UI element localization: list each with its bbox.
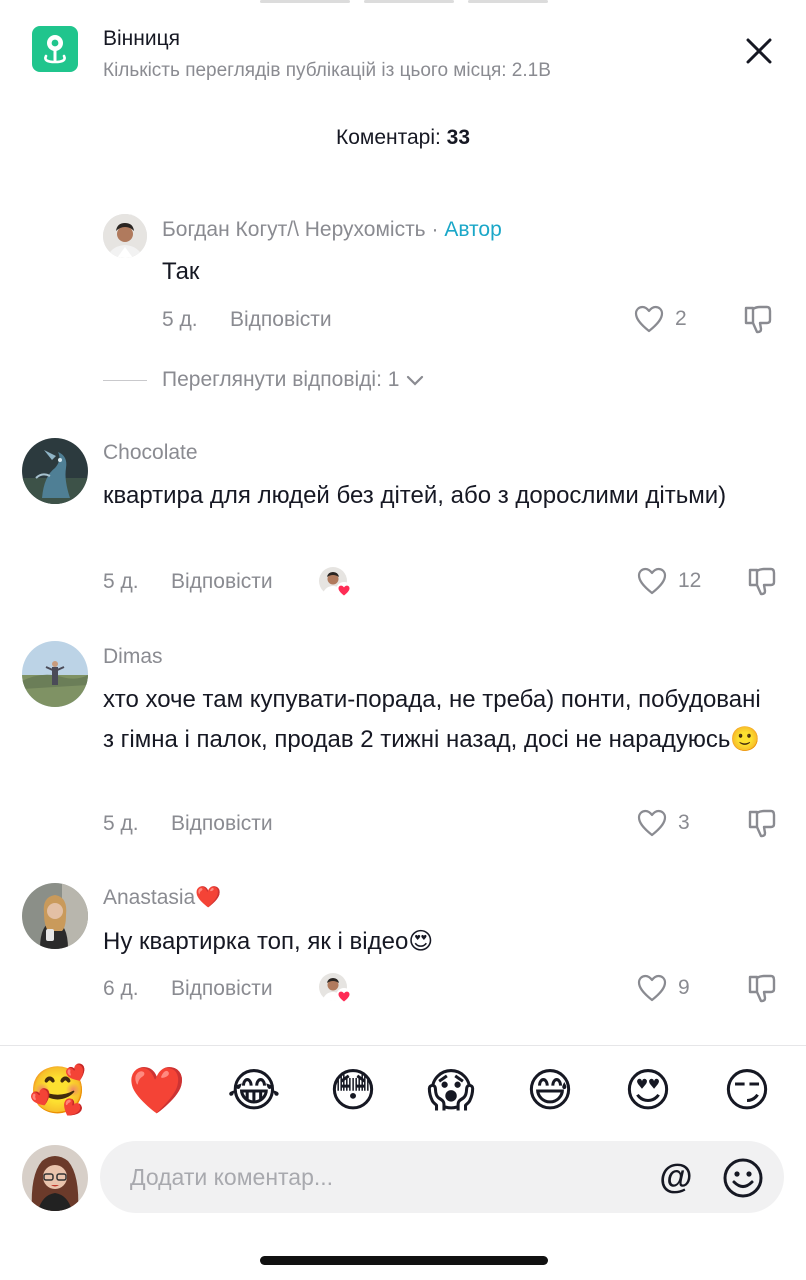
divider-line xyxy=(103,379,147,381)
username-text[interactable]: Богдан Когут/\ Нерухомість xyxy=(162,218,426,241)
comment-time: 6 д. xyxy=(103,977,139,1000)
emoji-flushed[interactable]: 😳 xyxy=(325,1062,381,1118)
place-header[interactable]: Вінниця Кількість переглядів публікацій … xyxy=(32,26,551,83)
comment-time: 5 д. xyxy=(162,308,198,331)
emoji-red-heart[interactable]: ❤️ xyxy=(128,1062,185,1118)
like-button[interactable]: 12 xyxy=(636,566,701,596)
creator-liked-badge xyxy=(318,566,354,602)
like-button[interactable]: 3 xyxy=(636,808,690,838)
view-replies-button[interactable]: Переглянути відповіді: 1 xyxy=(103,368,425,392)
dislike-icon[interactable] xyxy=(746,972,778,1009)
separator: · xyxy=(431,218,439,241)
comment-username[interactable]: Chocolate xyxy=(103,441,198,465)
comment-text: Ну квартирка топ, як і відео😍 xyxy=(103,928,434,955)
reply-button[interactable]: Відповісти xyxy=(171,570,273,594)
emoji-screaming[interactable]: 😱 xyxy=(423,1062,479,1118)
comment-username[interactable]: Богдан Когут/\ Нерухомість · Автор xyxy=(162,218,502,242)
place-name: Вінниця xyxy=(103,27,180,50)
heart-icon xyxy=(637,567,667,595)
avatar[interactable] xyxy=(22,641,88,707)
creator-liked-badge xyxy=(318,972,354,1008)
like-count: 3 xyxy=(678,811,690,834)
like-count: 12 xyxy=(678,569,702,592)
emoji-smirking[interactable]: 😏 xyxy=(719,1062,775,1118)
location-pin-icon xyxy=(32,26,78,72)
emoji-quick-bar: 🥰 ❤️ 😂 😳 😱 😅 😍 😏 xyxy=(0,1062,806,1122)
avatar[interactable] xyxy=(22,883,88,949)
home-indicator[interactable] xyxy=(260,1256,548,1265)
dislike-icon[interactable] xyxy=(742,303,774,340)
comment-text: хто хоче там купувати-порада, не треба) … xyxy=(103,686,761,753)
comment-username[interactable]: Anastasia❤️ xyxy=(103,886,221,910)
author-badge: Автор xyxy=(444,218,502,241)
place-views: Кількість переглядів публікацій із цього… xyxy=(103,60,551,81)
comment-text: Так xyxy=(162,258,200,285)
dislike-icon[interactable] xyxy=(746,565,778,602)
like-button[interactable]: 2 xyxy=(633,304,687,334)
avatar[interactable] xyxy=(22,438,88,504)
comments-title: Коментарі: 33 xyxy=(0,126,806,150)
reply-button[interactable]: Відповісти xyxy=(171,977,273,1001)
emoji-tears-of-joy[interactable]: 😂 xyxy=(226,1062,282,1118)
heart-icon xyxy=(637,974,667,1002)
reply-button[interactable]: Відповісти xyxy=(230,308,332,332)
dislike-icon[interactable] xyxy=(746,807,778,844)
composer-divider xyxy=(0,1045,806,1046)
reply-button[interactable]: Відповісти xyxy=(171,812,273,836)
emoji-picker-icon[interactable] xyxy=(722,1157,764,1199)
like-count: 2 xyxy=(675,307,687,330)
comment-text: квартира для людей без дітей, або з доро… xyxy=(103,482,727,509)
like-button[interactable]: 9 xyxy=(636,973,690,1003)
comment-time: 5 д. xyxy=(103,570,139,593)
like-count: 9 xyxy=(678,976,690,999)
chevron-down-icon xyxy=(407,375,424,386)
mention-button[interactable]: @ xyxy=(656,1155,696,1199)
emoji-heart-eyes[interactable]: 😍 xyxy=(620,1062,676,1118)
heart-icon xyxy=(634,305,664,333)
comment-time: 5 д. xyxy=(103,812,139,835)
heart-icon xyxy=(637,809,667,837)
comments-title-label: Коментарі: xyxy=(335,126,447,149)
my-avatar[interactable] xyxy=(22,1145,88,1211)
avatar[interactable] xyxy=(103,214,147,258)
comment-input-container: @ xyxy=(100,1141,784,1213)
emoji-smiling-hearts[interactable]: 🥰 xyxy=(29,1062,86,1118)
top-edge xyxy=(0,0,806,8)
emoji-grinning-sweat[interactable]: 😅 xyxy=(522,1062,578,1118)
close-icon[interactable] xyxy=(744,36,774,66)
comment-input[interactable] xyxy=(130,1159,630,1195)
view-replies-label: Переглянути відповіді: 1 xyxy=(162,368,400,391)
comment-username[interactable]: Dimas xyxy=(103,645,163,669)
comments-count: 33 xyxy=(446,126,471,149)
